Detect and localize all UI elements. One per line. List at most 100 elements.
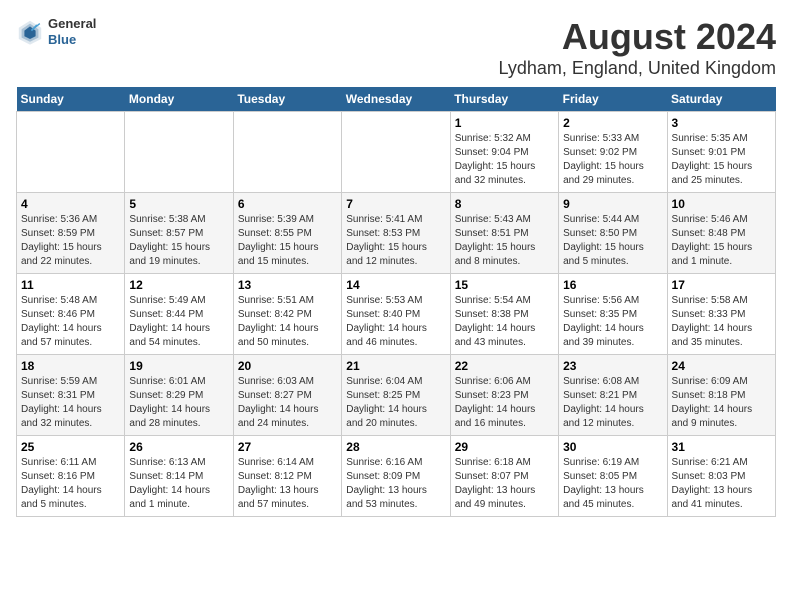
day-info: Sunrise: 5:58 AM Sunset: 8:33 PM Dayligh… [672, 294, 771, 350]
day-info: Sunrise: 5:38 AM Sunset: 8:57 PM Dayligh… [129, 213, 228, 269]
day-info: Sunrise: 5:43 AM Sunset: 8:51 PM Dayligh… [455, 213, 554, 269]
day-info: Sunrise: 6:06 AM Sunset: 8:23 PM Dayligh… [455, 375, 554, 431]
day-info: Sunrise: 6:13 AM Sunset: 8:14 PM Dayligh… [129, 456, 228, 512]
day-info: Sunrise: 6:01 AM Sunset: 8:29 PM Dayligh… [129, 375, 228, 431]
day-number: 6 [238, 197, 337, 211]
calendar-cell: 14 Sunrise: 5:53 AM Sunset: 8:40 PM Dayli… [342, 274, 450, 355]
day-of-week-header: Wednesday [342, 87, 450, 112]
calendar-cell: 26 Sunrise: 6:13 AM Sunset: 8:14 PM Dayli… [125, 436, 233, 517]
page-title: August 2024 [498, 16, 776, 58]
calendar-header-row: SundayMondayTuesdayWednesdayThursdayFrid… [17, 87, 776, 112]
day-of-week-header: Saturday [667, 87, 775, 112]
day-number: 8 [455, 197, 554, 211]
logo-icon [16, 18, 44, 46]
day-number: 17 [672, 278, 771, 292]
calendar-cell: 3 Sunrise: 5:35 AM Sunset: 9:01 PM Daylig… [667, 112, 775, 193]
day-of-week-header: Tuesday [233, 87, 341, 112]
calendar-cell: 15Sunrise: 5:54 AM Sunset: 8:38 PM Dayli… [450, 274, 558, 355]
day-info: Sunrise: 5:39 AM Sunset: 8:55 PM Dayligh… [238, 213, 337, 269]
calendar-cell: 9 Sunrise: 5:44 AM Sunset: 8:50 PM Daylig… [559, 193, 667, 274]
day-info: Sunrise: 6:19 AM Sunset: 8:05 PM Dayligh… [563, 456, 662, 512]
calendar-cell: 21Sunrise: 6:04 AM Sunset: 8:25 PM Dayli… [342, 355, 450, 436]
day-info: Sunrise: 5:49 AM Sunset: 8:44 PM Dayligh… [129, 294, 228, 350]
calendar-cell: 1 Sunrise: 5:32 AM Sunset: 9:04 PM Daylig… [450, 112, 558, 193]
day-info: Sunrise: 5:41 AM Sunset: 8:53 PM Dayligh… [346, 213, 445, 269]
day-info: Sunrise: 6:14 AM Sunset: 8:12 PM Dayligh… [238, 456, 337, 512]
calendar-cell: 28 Sunrise: 6:16 AM Sunset: 8:09 PM Dayli… [342, 436, 450, 517]
day-number: 29 [455, 440, 554, 454]
day-info: Sunrise: 5:44 AM Sunset: 8:50 PM Dayligh… [563, 213, 662, 269]
day-info: Sunrise: 5:53 AM Sunset: 8:40 PM Dayligh… [346, 294, 445, 350]
day-number: 13 [238, 278, 337, 292]
day-number: 2 [563, 116, 662, 130]
day-number: 31 [672, 440, 771, 454]
day-number: 19 [129, 359, 228, 373]
day-info: Sunrise: 5:48 AM Sunset: 8:46 PM Dayligh… [21, 294, 120, 350]
day-number: 27 [238, 440, 337, 454]
calendar-cell: 27 Sunrise: 6:14 AM Sunset: 8:12 PM Dayli… [233, 436, 341, 517]
day-number: 23 [563, 359, 662, 373]
calendar-cell: 29Sunrise: 6:18 AM Sunset: 8:07 PM Dayli… [450, 436, 558, 517]
calendar-cell: 13Sunrise: 5:51 AM Sunset: 8:42 PM Dayli… [233, 274, 341, 355]
calendar-cell: 10 Sunrise: 5:46 AM Sunset: 8:48 PM Dayli… [667, 193, 775, 274]
calendar-cell [125, 112, 233, 193]
calendar-cell [233, 112, 341, 193]
day-info: Sunrise: 5:56 AM Sunset: 8:35 PM Dayligh… [563, 294, 662, 350]
day-info: Sunrise: 5:46 AM Sunset: 8:48 PM Dayligh… [672, 213, 771, 269]
calendar-cell: 4 Sunrise: 5:36 AM Sunset: 8:59 PM Daylig… [17, 193, 125, 274]
day-number: 12 [129, 278, 228, 292]
day-info: Sunrise: 6:21 AM Sunset: 8:03 PM Dayligh… [672, 456, 771, 512]
day-info: Sunrise: 6:08 AM Sunset: 8:21 PM Dayligh… [563, 375, 662, 431]
day-info: Sunrise: 5:35 AM Sunset: 9:01 PM Dayligh… [672, 132, 771, 188]
calendar-cell: 25 Sunrise: 6:11 AM Sunset: 8:16 PM Dayli… [17, 436, 125, 517]
day-number: 3 [672, 116, 771, 130]
calendar-cell [17, 112, 125, 193]
day-number: 1 [455, 116, 554, 130]
calendar-cell: 5 Sunrise: 5:38 AM Sunset: 8:57 PM Daylig… [125, 193, 233, 274]
calendar-cell: 12 Sunrise: 5:49 AM Sunset: 8:44 PM Dayli… [125, 274, 233, 355]
day-number: 5 [129, 197, 228, 211]
day-info: Sunrise: 5:36 AM Sunset: 8:59 PM Dayligh… [21, 213, 120, 269]
logo-text: General Blue [48, 16, 96, 47]
day-of-week-header: Monday [125, 87, 233, 112]
calendar-week-row: 18Sunrise: 5:59 AM Sunset: 8:31 PM Dayli… [17, 355, 776, 436]
logo: General Blue [16, 16, 96, 47]
day-info: Sunrise: 6:16 AM Sunset: 8:09 PM Dayligh… [346, 456, 445, 512]
calendar-cell: 20Sunrise: 6:03 AM Sunset: 8:27 PM Dayli… [233, 355, 341, 436]
calendar-cell: 22Sunrise: 6:06 AM Sunset: 8:23 PM Dayli… [450, 355, 558, 436]
day-number: 28 [346, 440, 445, 454]
day-number: 7 [346, 197, 445, 211]
day-of-week-header: Sunday [17, 87, 125, 112]
day-of-week-header: Friday [559, 87, 667, 112]
day-number: 11 [21, 278, 120, 292]
day-info: Sunrise: 5:33 AM Sunset: 9:02 PM Dayligh… [563, 132, 662, 188]
calendar-cell [342, 112, 450, 193]
calendar-cell: 17 Sunrise: 5:58 AM Sunset: 8:33 PM Dayli… [667, 274, 775, 355]
day-number: 10 [672, 197, 771, 211]
calendar-week-row: 25 Sunrise: 6:11 AM Sunset: 8:16 PM Dayli… [17, 436, 776, 517]
calendar-cell: 23 Sunrise: 6:08 AM Sunset: 8:21 PM Dayli… [559, 355, 667, 436]
day-info: Sunrise: 6:03 AM Sunset: 8:27 PM Dayligh… [238, 375, 337, 431]
day-number: 26 [129, 440, 228, 454]
day-info: Sunrise: 5:32 AM Sunset: 9:04 PM Dayligh… [455, 132, 554, 188]
day-info: Sunrise: 5:54 AM Sunset: 8:38 PM Dayligh… [455, 294, 554, 350]
calendar-cell: 18Sunrise: 5:59 AM Sunset: 8:31 PM Dayli… [17, 355, 125, 436]
day-number: 16 [563, 278, 662, 292]
day-info: Sunrise: 6:11 AM Sunset: 8:16 PM Dayligh… [21, 456, 120, 512]
calendar-cell: 19 Sunrise: 6:01 AM Sunset: 8:29 PM Dayli… [125, 355, 233, 436]
day-number: 4 [21, 197, 120, 211]
day-number: 14 [346, 278, 445, 292]
title-section: August 2024 Lydham, England, United King… [498, 16, 776, 79]
calendar-cell: 11 Sunrise: 5:48 AM Sunset: 8:46 PM Dayli… [17, 274, 125, 355]
day-number: 9 [563, 197, 662, 211]
calendar-cell: 24Sunrise: 6:09 AM Sunset: 8:18 PM Dayli… [667, 355, 775, 436]
calendar-cell: 2 Sunrise: 5:33 AM Sunset: 9:02 PM Daylig… [559, 112, 667, 193]
day-number: 25 [21, 440, 120, 454]
day-info: Sunrise: 6:09 AM Sunset: 8:18 PM Dayligh… [672, 375, 771, 431]
calendar-cell: 30 Sunrise: 6:19 AM Sunset: 8:05 PM Dayli… [559, 436, 667, 517]
day-info: Sunrise: 6:04 AM Sunset: 8:25 PM Dayligh… [346, 375, 445, 431]
calendar-cell: 8 Sunrise: 5:43 AM Sunset: 8:51 PM Daylig… [450, 193, 558, 274]
day-number: 30 [563, 440, 662, 454]
day-of-week-header: Thursday [450, 87, 558, 112]
calendar-table: SundayMondayTuesdayWednesdayThursdayFrid… [16, 87, 776, 517]
